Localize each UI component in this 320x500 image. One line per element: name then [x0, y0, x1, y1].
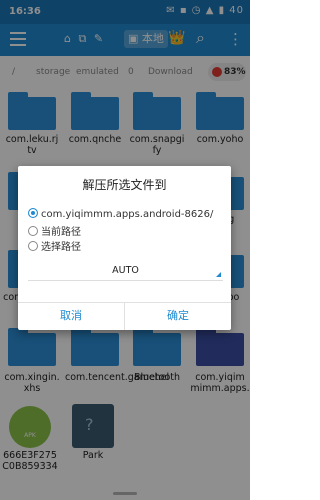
dialog-title: 解压所选文件到	[82, 178, 167, 192]
radio-icon[interactable]	[28, 226, 38, 236]
extract-dialog: 解压所选文件到 com.yiqimmm.apps.android-8626/ 当…	[18, 166, 231, 330]
option-package-path[interactable]: com.yiqimmm.apps.android-8626/	[28, 208, 213, 220]
option-label: com.yiqimmm.apps.android-8626/	[41, 209, 214, 220]
encoding-value: AUTO	[112, 265, 139, 276]
option-label: 选择路径	[41, 242, 81, 253]
radio-icon[interactable]	[28, 241, 38, 251]
encoding-select[interactable]: AUTO	[28, 262, 223, 281]
option-label: 当前路径	[41, 227, 81, 238]
cancel-button[interactable]: 取消	[18, 302, 124, 330]
option-current-path[interactable]: 当前路径	[28, 223, 81, 238]
radio-selected-icon[interactable]	[28, 208, 38, 218]
home-indicator[interactable]	[113, 492, 137, 495]
dropdown-triangle-icon	[216, 272, 221, 277]
option-choose-path[interactable]: 选择路径	[28, 238, 81, 253]
ok-button[interactable]: 确定	[125, 302, 231, 330]
